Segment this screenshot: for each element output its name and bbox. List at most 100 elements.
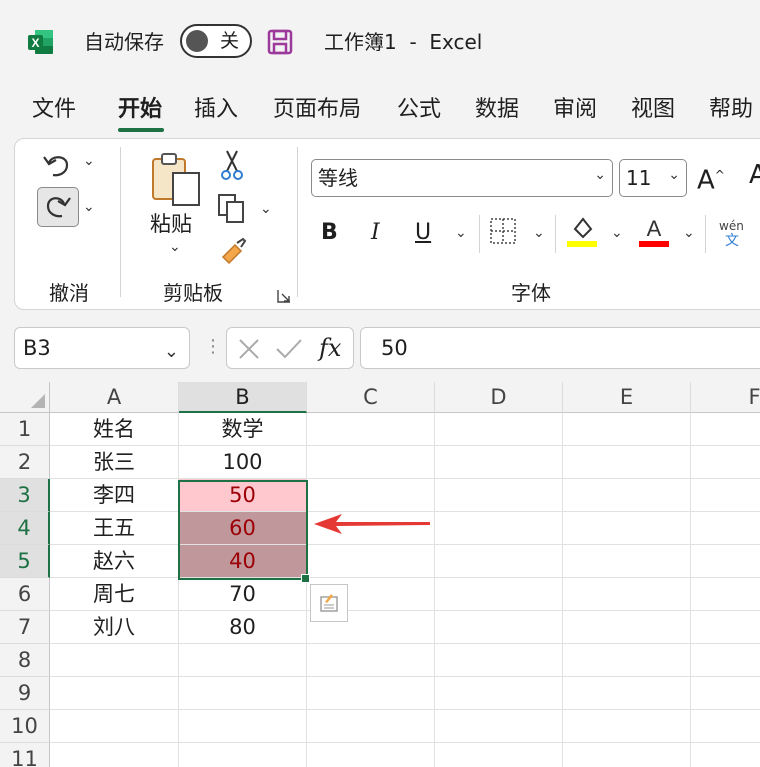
empty-cell[interactable] [435,545,563,578]
empty-cell[interactable] [307,677,435,710]
undo-dropdown-icon[interactable]: ⌄ [83,153,95,169]
insert-function-icon[interactable]: fx [319,332,341,364]
empty-cell[interactable] [179,710,307,743]
empty-cell[interactable] [563,413,691,446]
borders-dropdown-icon[interactable]: ⌄ [533,225,545,241]
empty-cell[interactable] [179,677,307,710]
empty-cell[interactable] [307,479,435,512]
empty-cell[interactable] [307,545,435,578]
empty-cell[interactable] [691,644,760,677]
font-color-icon[interactable]: A [639,215,669,249]
cancel-icon[interactable] [237,337,261,361]
empty-cell[interactable] [179,644,307,677]
column-header-e[interactable]: E [563,382,691,413]
borders-icon[interactable] [489,217,517,245]
empty-cell[interactable] [307,710,435,743]
empty-cell[interactable] [435,611,563,644]
empty-cell[interactable] [307,446,435,479]
empty-cell[interactable] [691,545,760,578]
empty-cell[interactable] [435,479,563,512]
row-header-3[interactable]: 3 [0,479,50,512]
empty-cell[interactable] [563,446,691,479]
empty-cell[interactable] [563,578,691,611]
tab-file[interactable]: 文件 [32,90,76,130]
tab-formulas[interactable]: 公式 [397,90,441,130]
empty-cell[interactable] [691,413,760,446]
empty-cell[interactable] [691,710,760,743]
empty-cell[interactable] [435,644,563,677]
empty-cell[interactable] [563,677,691,710]
column-header-f[interactable]: F [691,382,760,413]
empty-cell[interactable] [435,578,563,611]
cell-b7[interactable]: 80 [179,611,307,644]
empty-cell[interactable] [435,413,563,446]
empty-cell[interactable] [563,644,691,677]
tab-data[interactable]: 数据 [475,90,519,130]
tab-page-layout[interactable]: 页面布局 [273,90,361,130]
formula-bar-grip-icon[interactable]: ⋮ [204,336,222,358]
increase-font-size-icon[interactable]: A^ [697,161,725,195]
cell-a4[interactable]: 王五 [50,512,179,545]
column-header-d[interactable]: D [435,382,563,413]
row-header-5[interactable]: 5 [0,545,50,578]
cell-b2[interactable]: 100 [179,446,307,479]
clipboard-launcher-icon[interactable] [277,289,291,303]
fill-color-dropdown-icon[interactable]: ⌄ [611,225,623,241]
underline-dropdown-icon[interactable]: ⌄ [455,225,467,241]
phonetic-guide-top[interactable]: wén [719,219,744,233]
cut-icon[interactable] [219,149,245,181]
row-header-6[interactable]: 6 [0,578,50,611]
tab-review[interactable]: 审阅 [553,90,597,130]
cell-a2[interactable]: 张三 [50,446,179,479]
empty-cell[interactable] [691,677,760,710]
tab-view[interactable]: 视图 [631,90,675,130]
empty-cell[interactable] [307,413,435,446]
name-box[interactable]: B3 ⌄ [14,327,190,369]
empty-cell[interactable] [691,446,760,479]
row-header-11[interactable]: 11 [0,743,50,767]
autosave-toggle[interactable]: 关 [180,24,252,58]
cell-a3[interactable]: 李四 [50,479,179,512]
column-header-b[interactable]: B [179,382,307,413]
decrease-font-size-icon[interactable]: A [749,161,760,189]
empty-cell[interactable] [563,710,691,743]
empty-cell[interactable] [691,578,760,611]
row-header-1[interactable]: 1 [0,413,50,446]
row-header-8[interactable]: 8 [0,644,50,677]
font-name-select[interactable]: 等线 ⌄ [311,159,613,197]
empty-cell[interactable] [563,743,691,767]
redo-button[interactable] [37,187,79,227]
empty-cell[interactable] [435,743,563,767]
redo-dropdown-icon[interactable]: ⌄ [83,199,95,215]
paste-dropdown-icon[interactable]: ⌄ [169,239,181,255]
cell-a5[interactable]: 赵六 [50,545,179,578]
cell-b6[interactable]: 70 [179,578,307,611]
row-header-4[interactable]: 4 [0,512,50,545]
empty-cell[interactable] [563,611,691,644]
empty-cell[interactable] [50,743,179,767]
empty-cell[interactable] [435,710,563,743]
row-header-7[interactable]: 7 [0,611,50,644]
column-header-c[interactable]: C [307,382,435,413]
empty-cell[interactable] [691,743,760,767]
cell-b1[interactable]: 数学 [179,413,307,446]
empty-cell[interactable] [50,677,179,710]
quick-analysis-button[interactable] [310,584,348,622]
row-header-2[interactable]: 2 [0,446,50,479]
tab-home[interactable]: 开始 [118,90,162,130]
empty-cell[interactable] [307,743,435,767]
empty-cell[interactable] [307,644,435,677]
fill-handle[interactable] [301,574,310,583]
empty-cell[interactable] [435,677,563,710]
empty-cell[interactable] [691,512,760,545]
empty-cell[interactable] [563,545,691,578]
select-all-corner[interactable] [0,382,50,413]
undo-icon[interactable] [41,149,75,181]
font-color-dropdown-icon[interactable]: ⌄ [683,225,695,241]
phonetic-guide-bottom[interactable]: 文 [725,233,739,249]
paste-icon[interactable] [149,151,203,207]
bold-button[interactable]: B [321,219,338,247]
empty-cell[interactable] [435,512,563,545]
underline-button[interactable]: U [415,219,431,247]
cell-a6[interactable]: 周七 [50,578,179,611]
